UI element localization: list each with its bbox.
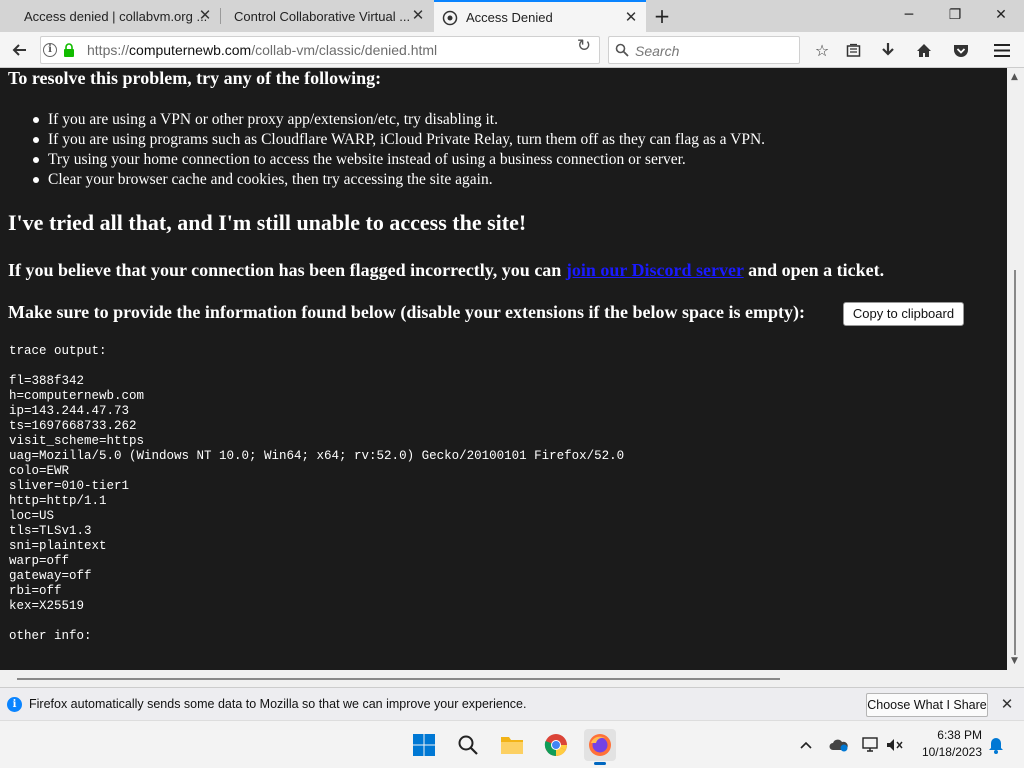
url-prefix: https:// xyxy=(87,42,130,58)
scroll-up-arrow-icon[interactable]: ▲ xyxy=(1011,72,1018,82)
trace-line xyxy=(9,614,624,629)
trace-line: tls=TLSv1.3 xyxy=(9,524,92,538)
scroll-down-arrow-icon[interactable]: ▼ xyxy=(1011,656,1018,666)
windows-start-icon[interactable] xyxy=(408,729,440,761)
pocket-icon[interactable] xyxy=(949,38,973,62)
resolution-list: If you are using a VPN or other proxy ap… xyxy=(32,110,766,190)
trace-line: uag=Mozilla/5.0 (Windows NT 10.0; Win64;… xyxy=(9,449,625,463)
trace-line: gateway=off xyxy=(9,569,92,583)
navigation-toolbar: i https://computernewb.com/collab-vm/cla… xyxy=(0,32,1024,68)
scrollbar-thumb[interactable] xyxy=(17,678,780,680)
search-input[interactable]: Search xyxy=(608,36,800,64)
url-bar[interactable]: i https://computernewb.com/collab-vm/cla… xyxy=(40,36,600,64)
tab-control-collaborative[interactable]: Control Collaborative Virtual ... ✕ xyxy=(221,0,433,32)
close-notification-icon[interactable]: ✕ xyxy=(999,696,1015,712)
scrollbar-thumb[interactable] xyxy=(1014,270,1016,655)
minimize-button[interactable]: ─ xyxy=(886,0,932,30)
home-icon[interactable] xyxy=(912,38,936,62)
trace-line: ts=1697668733.262 xyxy=(9,419,137,433)
trace-line: kex=X25519 xyxy=(9,599,85,613)
close-window-button[interactable]: ✕ xyxy=(978,0,1024,30)
flag-text-before: If you believe that your connection has … xyxy=(8,260,566,280)
list-item: Clear your browser cache and cookies, th… xyxy=(32,170,765,190)
network-icon[interactable] xyxy=(860,735,880,755)
trace-line xyxy=(9,359,624,374)
scroll-corner xyxy=(1007,670,1024,687)
trace-line: http=http/1.1 xyxy=(9,494,107,508)
trace-line: sliver=010-tier1 xyxy=(9,479,130,493)
reload-icon[interactable]: ↻ xyxy=(572,34,596,58)
onedrive-icon[interactable] xyxy=(829,735,849,755)
flag-paragraph: If you believe that your connection has … xyxy=(8,260,884,281)
download-icon[interactable] xyxy=(876,38,900,62)
firefox-icon[interactable] xyxy=(584,729,616,765)
clock[interactable]: 6:38 PM 10/18/2023 xyxy=(910,727,982,761)
trace-line: trace output: xyxy=(9,344,107,358)
lock-icon xyxy=(64,43,74,57)
trace-output: trace output: fl=388f342 h=computernewb.co… xyxy=(9,344,624,644)
close-tab-icon[interactable]: ✕ xyxy=(624,10,638,25)
trace-line: ip=143.244.47.73 xyxy=(9,404,130,418)
url-text: https://computernewb.com/collab-vm/class… xyxy=(87,42,437,58)
close-tab-icon[interactable]: ✕ xyxy=(411,8,425,23)
taskbar: 6:38 PM 10/18/2023 xyxy=(0,720,1024,768)
restore-button[interactable]: ❐ xyxy=(932,0,978,30)
list-item: If you are using programs such as Cloudf… xyxy=(32,131,766,148)
trace-line: warp=off xyxy=(9,554,70,568)
trace-line: other info: xyxy=(9,629,92,643)
horizontal-scrollbar[interactable] xyxy=(0,670,1007,687)
taskbar-search-icon[interactable] xyxy=(452,729,484,761)
make-sure-paragraph: Make sure to provide the information fou… xyxy=(8,302,806,322)
library-icon[interactable] xyxy=(841,38,865,62)
search-icon xyxy=(615,43,629,57)
vertical-scrollbar[interactable]: ▲ ▼ xyxy=(1007,68,1024,670)
trace-line: rbi=off xyxy=(9,584,62,598)
resolve-heading: To resolve this problem, try any of the … xyxy=(8,68,382,88)
site-info-icon[interactable]: i xyxy=(43,43,57,57)
list-item: If you are using a VPN or other proxy ap… xyxy=(32,110,765,130)
file-explorer-icon[interactable] xyxy=(496,729,528,761)
trace-line: loc=US xyxy=(9,509,55,523)
tab-collabvm-access-denied[interactable]: Access denied | collabvm.org ... ✕ xyxy=(0,0,220,32)
tab-label: Access denied | collabvm.org ... xyxy=(24,8,208,24)
trace-line: colo=EWR xyxy=(9,464,70,478)
clock-date: 10/18/2023 xyxy=(921,745,982,759)
url-path: /collab-vm/classic/denied.html xyxy=(251,42,438,58)
back-arrow-icon[interactable] xyxy=(8,38,32,62)
trace-line: h=computernewb.com xyxy=(9,389,145,403)
trace-line: fl=388f342 xyxy=(9,374,85,388)
tried-heading: I've tried all that, and I'm still unabl… xyxy=(8,210,527,235)
trace-line: sni=plaintext xyxy=(9,539,107,553)
tab-label: Control Collaborative Virtual ... xyxy=(234,8,411,24)
trace-line: visit_scheme=https xyxy=(9,434,145,448)
bookmark-star-icon[interactable]: ☆ xyxy=(810,38,834,62)
list-item: Try using your home connection to access… xyxy=(32,150,765,170)
active-app-indicator xyxy=(594,762,606,765)
notifications-bell-icon[interactable] xyxy=(986,735,1006,755)
menu-hamburger-icon[interactable] xyxy=(990,38,1014,62)
page-content: To resolve this problem, try any of the … xyxy=(0,68,1007,670)
info-icon: i xyxy=(7,697,22,712)
tab-label: Access Denied xyxy=(466,9,553,25)
page-favicon-icon xyxy=(442,10,458,26)
clock-time: 6:38 PM xyxy=(937,728,982,742)
chrome-icon[interactable] xyxy=(540,729,572,761)
search-placeholder: Search xyxy=(635,43,680,59)
tab-access-denied[interactable]: Access Denied ✕ xyxy=(434,0,646,32)
tab-strip: Access denied | collabvm.org ... ✕ Contr… xyxy=(0,0,1024,32)
notification-bar: i Firefox automatically sends some data … xyxy=(0,687,1024,720)
url-host: computernewb.com xyxy=(129,42,252,58)
chevron-up-icon[interactable] xyxy=(796,735,816,755)
flag-text-after: and open a ticket. xyxy=(743,260,885,280)
discord-link[interactable]: join our Discord server xyxy=(566,260,744,280)
new-tab-button[interactable]: + xyxy=(650,4,674,28)
choose-what-i-share-button[interactable]: Choose What I Share xyxy=(866,693,988,717)
copy-to-clipboard-button[interactable]: Copy to clipboard xyxy=(843,302,964,326)
notification-text: Firefox automatically sends some data to… xyxy=(29,697,527,711)
close-tab-icon[interactable]: ✕ xyxy=(198,8,212,23)
volume-muted-icon[interactable] xyxy=(884,735,904,755)
